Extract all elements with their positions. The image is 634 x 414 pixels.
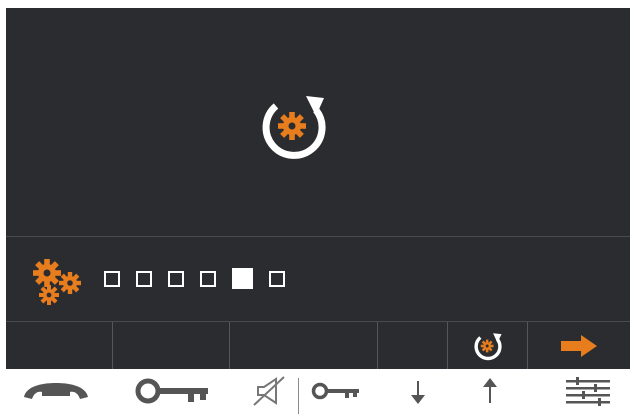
softkey-2[interactable] <box>113 322 230 369</box>
settings-refresh-icon <box>254 86 334 166</box>
arrow-down-icon <box>411 381 425 404</box>
arrow-right-icon <box>561 334 597 357</box>
step-square <box>104 271 120 287</box>
softkey-3[interactable] <box>230 322 378 369</box>
key-icon <box>135 378 208 404</box>
secondary-key-button[interactable] <box>308 368 364 414</box>
step-square <box>136 271 152 287</box>
up-button[interactable] <box>470 368 510 414</box>
handset-button[interactable] <box>18 368 94 414</box>
step-square <box>168 271 184 287</box>
menu-button[interactable] <box>558 368 618 414</box>
softkey-refresh[interactable] <box>448 322 528 369</box>
settings-refresh-icon <box>473 332 502 360</box>
speaker-mute-icon <box>253 376 285 406</box>
softkey-next[interactable] <box>528 322 630 369</box>
softkey-bar <box>6 321 630 369</box>
hardware-button-row <box>0 368 634 414</box>
display-screen <box>6 8 630 369</box>
step-square <box>200 271 216 287</box>
gears-icon[interactable] <box>32 257 86 307</box>
arrow-up-icon <box>483 378 497 403</box>
handset-icon <box>24 383 88 399</box>
intercom-device <box>0 0 634 414</box>
status-row <box>6 237 630 319</box>
main-display-area <box>6 8 630 237</box>
sliders-icon <box>566 377 610 406</box>
down-button[interactable] <box>398 368 438 414</box>
mute-button[interactable] <box>246 368 292 414</box>
key-small-icon <box>311 382 359 400</box>
step-square <box>269 271 285 287</box>
softkey-4[interactable] <box>378 322 448 369</box>
button-divider <box>298 378 299 414</box>
key-button[interactable] <box>132 368 216 414</box>
softkey-1[interactable] <box>6 322 113 369</box>
step-square-active <box>232 268 253 289</box>
step-indicator <box>104 268 285 289</box>
